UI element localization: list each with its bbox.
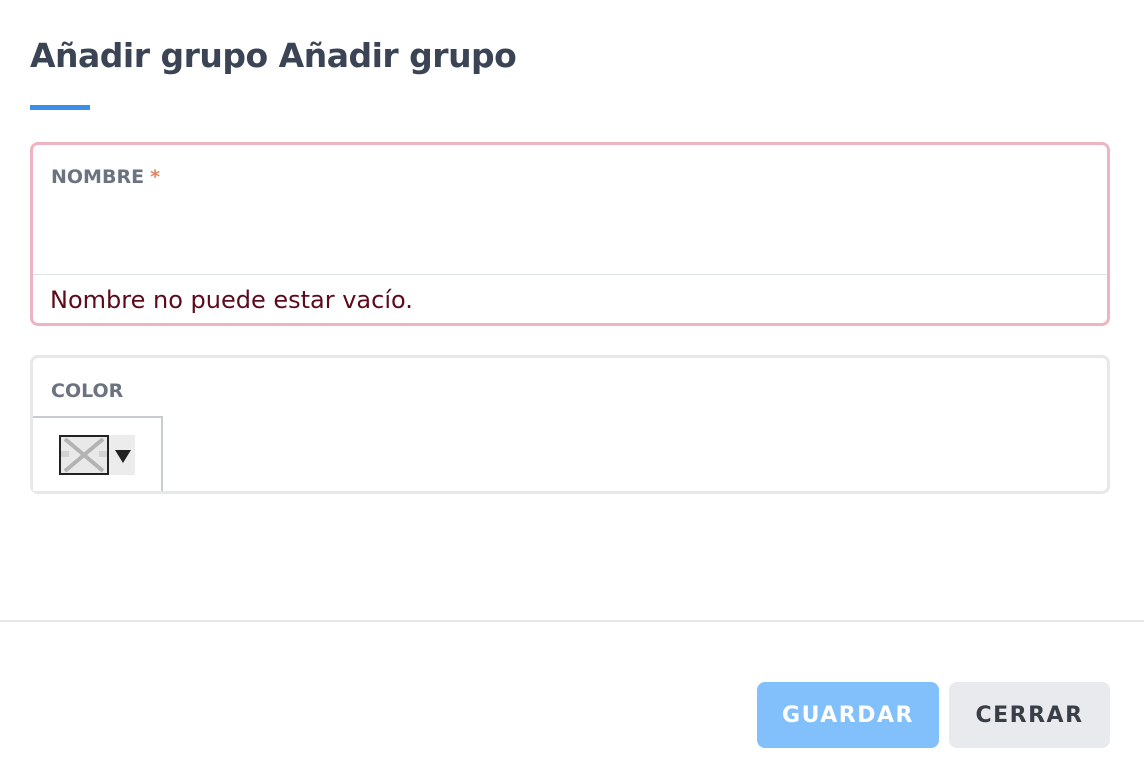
add-group-dialog: Añadir grupo Añadir grupo NOMBRE * Nombre… <box>0 0 1144 772</box>
close-button[interactable]: CERRAR <box>949 682 1110 748</box>
dialog-title: Añadir grupo Añadir grupo <box>30 36 517 75</box>
triangle-down-icon <box>115 450 131 463</box>
name-label-text: NOMBRE <box>51 166 145 188</box>
name-error-message: Nombre no puede estar vacío. <box>50 286 413 314</box>
name-field-label: NOMBRE * <box>51 166 160 188</box>
color-dropdown-toggle[interactable] <box>109 435 135 475</box>
required-asterisk: * <box>150 166 160 188</box>
swatch-placeholder-graphic <box>61 437 107 473</box>
name-input[interactable] <box>33 201 1107 273</box>
color-picker[interactable] <box>33 416 163 491</box>
error-divider <box>33 274 1107 275</box>
save-button[interactable]: GUARDAR <box>757 682 939 748</box>
color-field: COLOR <box>30 355 1110 494</box>
color-field-label: COLOR <box>51 380 124 402</box>
name-field: NOMBRE * Nombre no puede estar vacío. <box>30 142 1110 326</box>
footer-divider <box>0 620 1144 622</box>
title-accent-bar <box>30 105 90 110</box>
broken-image-icon[interactable] <box>59 435 109 475</box>
